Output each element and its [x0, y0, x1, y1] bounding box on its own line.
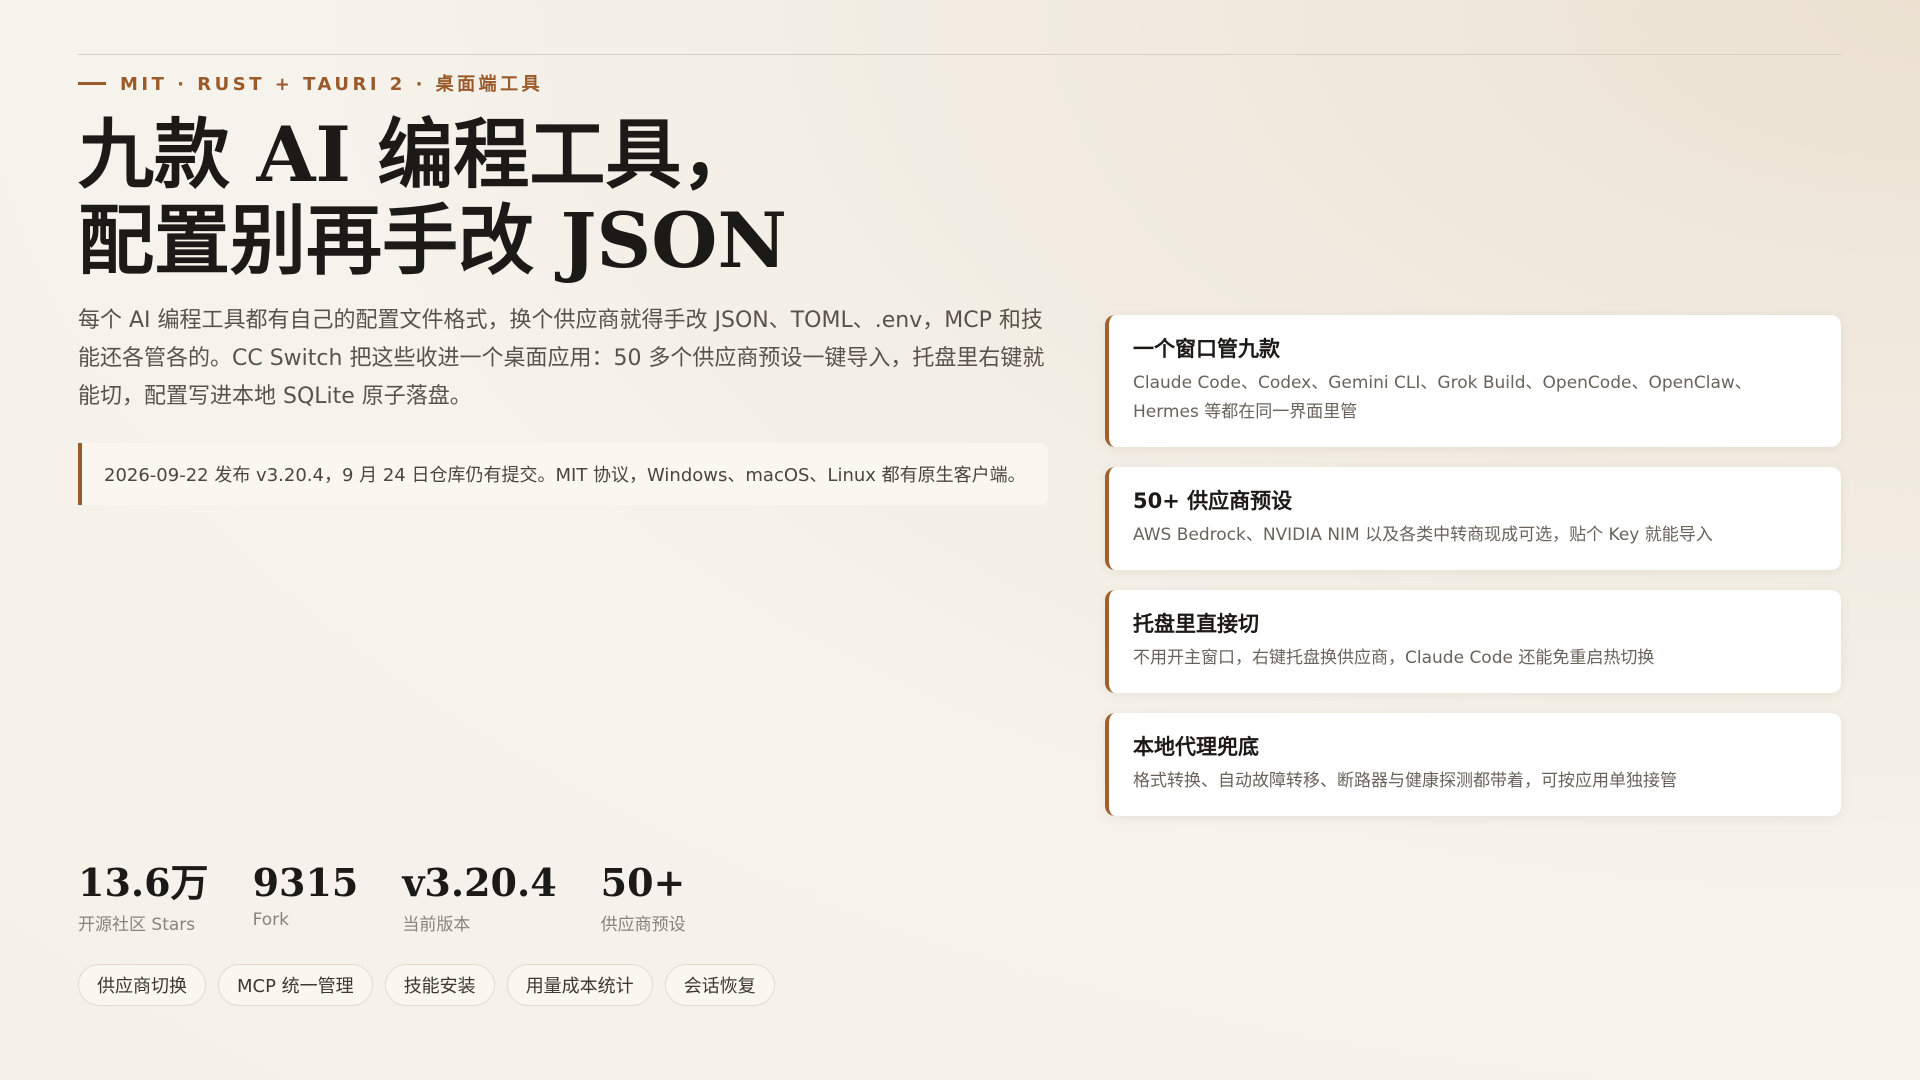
stats-row: 13.6万 开源社区 Stars 9315 Fork v3.20.4 当前版本 … [78, 860, 686, 935]
stat-label: 当前版本 [402, 915, 471, 935]
feature-tags: 供应商切换 MCP 统一管理 技能安装 用量成本统计 会话恢复 [78, 964, 775, 1006]
feature-desc: 格式转换、自动故障转移、断路器与健康探测都带着，可按应用单独接管 [1133, 771, 1677, 791]
feature-card-nine-tools: 一个窗口管九款 Claude Code、Codex、Gemini CLI、Gro… [1105, 315, 1841, 447]
stat-value: 9315 [252, 860, 359, 905]
eyebrow-dash [78, 81, 106, 85]
tag-provider-switch[interactable]: 供应商切换 [78, 964, 206, 1006]
feature-list: 一个窗口管九款 Claude Code、Codex、Gemini CLI、Gro… [1105, 315, 1841, 836]
feature-desc: Claude Code、Codex、Gemini CLI、Grok Build、… [1133, 373, 1752, 422]
stat-version: v3.20.4 当前版本 [402, 860, 556, 935]
release-note-text: 2026-09-22 发布 v3.20.4，9 月 24 日仓库仍有提交。MIT… [104, 465, 1026, 486]
feature-title: 本地代理兜底 [1133, 735, 1259, 759]
feature-card-tray-switch: 托盘里直接切 不用开主窗口，右键托盘换供应商，Claude Code 还能免重启… [1105, 590, 1841, 693]
release-note: 2026-09-22 发布 v3.20.4，9 月 24 日仓库仍有提交。MIT… [78, 443, 1048, 505]
stat-label: 供应商预设 [600, 915, 686, 935]
feature-desc: 不用开主窗口，右键托盘换供应商，Claude Code 还能免重启热切换 [1133, 648, 1655, 668]
stat-stars: 13.6万 开源社区 Stars [78, 860, 209, 935]
tag-session-restore[interactable]: 会话恢复 [664, 964, 775, 1006]
title-line-1: 九款 AI 编程工具， [78, 110, 758, 199]
feature-card-provider-presets: 50+ 供应商预设 AWS Bedrock、NVIDIA NIM 以及各类中转商… [1105, 467, 1841, 570]
stat-value: v3.20.4 [402, 860, 557, 905]
tag-skill-install[interactable]: 技能安装 [384, 964, 495, 1006]
stat-value: 50+ [600, 860, 686, 905]
feature-title: 托盘里直接切 [1133, 612, 1259, 636]
feature-desc: AWS Bedrock、NVIDIA NIM 以及各类中转商现成可选，贴个 Ke… [1133, 525, 1713, 545]
eyebrow: MIT · RUST + TAURI 2 · 桌面端工具 [78, 70, 543, 96]
top-divider [78, 54, 1842, 55]
intro-paragraph: 每个 AI 编程工具都有自己的配置文件格式，换个供应商就得手改 JSON、TOM… [78, 308, 1045, 409]
title-line-2: 配置别再手改 JSON [78, 196, 787, 285]
eyebrow-text: MIT · RUST + TAURI 2 · 桌面端工具 [120, 74, 544, 95]
feature-title: 50+ 供应商预设 [1133, 489, 1293, 513]
stat-forks: 9315 Fork [253, 860, 359, 935]
page-title: 九款 AI 编程工具， 配置别再手改 JSON [78, 112, 787, 284]
feature-card-local-proxy: 本地代理兜底 格式转换、自动故障转移、断路器与健康探测都带着，可按应用单独接管 [1105, 713, 1841, 816]
tag-mcp-management[interactable]: MCP 统一管理 [218, 964, 373, 1006]
stat-presets: 50+ 供应商预设 [601, 860, 686, 935]
stat-label: 开源社区 Stars [78, 915, 196, 935]
tag-usage-cost[interactable]: 用量成本统计 [506, 964, 653, 1006]
stat-label: Fork [252, 910, 289, 930]
feature-title: 一个窗口管九款 [1133, 337, 1280, 361]
stat-value: 13.6万 [78, 860, 209, 905]
